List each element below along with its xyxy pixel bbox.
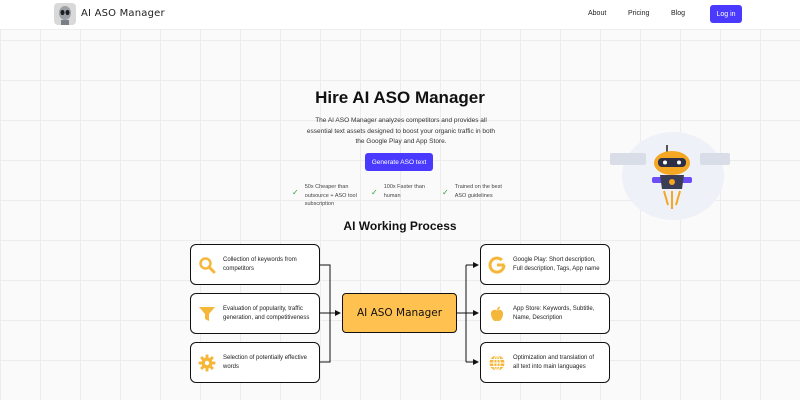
process-step-keywords: Collection of keywords from competitors	[190, 244, 320, 285]
process-section-title: AI Working Process	[343, 219, 457, 233]
search-icon	[196, 254, 218, 276]
nav-blog-link[interactable]: Blog	[671, 10, 685, 17]
process-step-text: Selection of potentially effective words	[223, 355, 307, 370]
feature-trained: ✓ Trained on the best ASO guidelines	[442, 183, 502, 200]
top-navbar: AI ASO Manager About Pricing Blog Log in	[0, 0, 800, 30]
feature-cheaper: ✓ 50x Cheaper than outsource + ASO tool …	[292, 183, 357, 209]
generate-aso-text-button[interactable]: Generate ASO text	[365, 153, 433, 171]
process-step-text: Collection of keywords from competitors	[223, 257, 297, 272]
globe-icon	[486, 352, 508, 374]
logo[interactable]	[54, 3, 76, 25]
feature-text: 50x Cheaper than outsource + ASO tool su…	[304, 184, 357, 207]
process-output-google-play: Google Play: Short description, Full des…	[480, 244, 610, 285]
process-step-evaluation: Evaluation of popularity, traffic genera…	[190, 293, 320, 334]
feature-text: 100x Faster than human	[383, 184, 425, 199]
decorative-chart-left	[610, 153, 646, 165]
connector-line	[320, 264, 340, 314]
apple-icon	[486, 303, 508, 325]
process-output-translation: Optimization and translation of all text…	[480, 342, 610, 383]
process-output-text: Google Play: Short description, Full des…	[513, 257, 600, 272]
logo-text[interactable]: AI ASO Manager	[81, 8, 165, 19]
feature-text: Trained on the best ASO guidelines	[454, 184, 502, 199]
process-output-app-store: App Store: Keywords, Subtitle, Name, Des…	[480, 293, 610, 334]
gear-icon	[196, 352, 218, 374]
robot-icon	[652, 145, 692, 209]
ai-aso-manager-node: AI ASO Manager	[342, 293, 457, 333]
check-icon: ✓	[442, 188, 449, 197]
check-icon: ✓	[371, 188, 378, 197]
nav-about-link[interactable]: About	[588, 10, 606, 17]
hero-description: The AI ASO Manager analyzes competitors …	[306, 117, 496, 145]
feature-faster: ✓ 100x Faster than human	[371, 183, 425, 200]
login-button[interactable]: Log in	[710, 5, 742, 23]
funnel-icon	[196, 303, 218, 325]
nav-pricing-link[interactable]: Pricing	[628, 10, 649, 17]
google-icon	[486, 254, 508, 276]
connector-line	[320, 313, 331, 363]
check-icon: ✓	[292, 188, 299, 197]
process-step-selection: Selection of potentially effective words	[190, 342, 320, 383]
process-output-text: App Store: Keywords, Subtitle, Name, Des…	[513, 306, 595, 321]
process-output-text: Optimization and translation of all text…	[513, 355, 595, 370]
process-step-text: Evaluation of popularity, traffic genera…	[223, 306, 310, 321]
alien-logo-icon	[59, 6, 71, 25]
hero-title: Hire AI ASO Manager	[315, 88, 485, 107]
